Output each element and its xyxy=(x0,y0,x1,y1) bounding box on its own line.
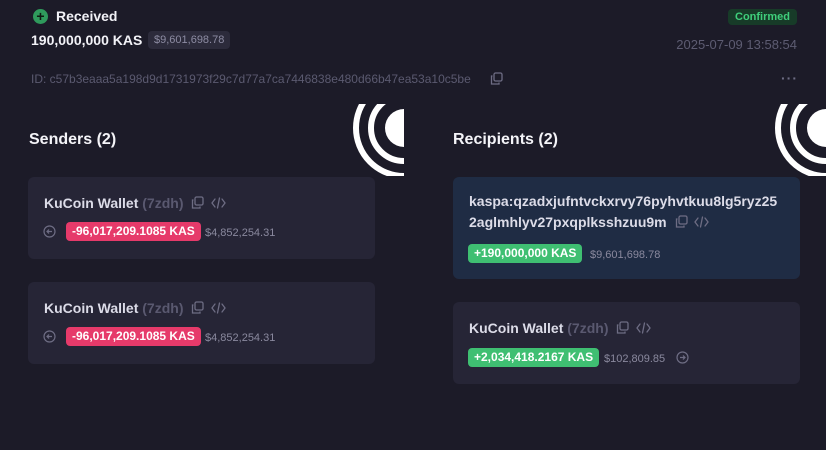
copy-icon[interactable] xyxy=(191,196,205,212)
code-icon[interactable] xyxy=(211,196,227,212)
copy-icon[interactable] xyxy=(616,321,630,337)
arrow-right-circle-icon[interactable] xyxy=(676,351,689,369)
address-line-end[interactable]: 2aglmhlyv27pxqplksshzuu9m xyxy=(469,214,667,230)
transaction-timestamp: 2025-07-09 13:58:54 xyxy=(676,37,797,52)
usd-value: $102,809.85 xyxy=(604,353,666,365)
wallet-label[interactable]: KuCoin Wallet xyxy=(44,195,138,211)
wallet-label[interactable]: KuCoin Wallet xyxy=(469,320,563,336)
transaction-usd-value: $9,601,698.78 xyxy=(148,31,231,49)
recipient-address[interactable]: kaspa:qzadxjufntvckxrvy76pyhvtkuu8lg5ryz… xyxy=(469,191,777,234)
amount-badge: -96,017,209.1085 KAS xyxy=(66,327,201,346)
transaction-direction-label: Received xyxy=(56,8,118,24)
decorative-arcs xyxy=(770,104,826,176)
plus-circle-icon: + xyxy=(33,9,48,24)
code-icon[interactable] xyxy=(694,213,710,234)
sender-card: KuCoin Wallet (7zdh) -96,017,209.1085 KA… xyxy=(28,177,375,259)
wallet-name[interactable]: KuCoin Wallet (7zdh) xyxy=(469,320,652,337)
transaction-id: ID: c57b3eaaa5a198d9d1731973f29c7d77a7ca… xyxy=(31,72,471,86)
wallet-label[interactable]: KuCoin Wallet xyxy=(44,300,138,316)
decorative-arcs xyxy=(348,104,404,176)
amount-badge: -96,017,209.1085 KAS xyxy=(66,222,201,241)
copy-icon[interactable] xyxy=(675,213,688,234)
transaction-amount: 190,000,000 KAS xyxy=(31,32,143,48)
wallet-tag: (7zdh) xyxy=(142,195,184,211)
copy-icon[interactable] xyxy=(191,301,205,317)
address-line[interactable]: 2aglmhlyv27pxqplksshzuu9m xyxy=(469,212,777,234)
senders-title: Senders (2) xyxy=(29,131,117,148)
wallet-name[interactable]: KuCoin Wallet (7zdh) xyxy=(44,300,227,317)
recipient-card-highlighted: kaspa:qzadxjufntvckxrvy76pyhvtkuu8lg5ryz… xyxy=(453,177,800,279)
arrow-left-circle-icon[interactable] xyxy=(43,330,56,348)
wallet-name[interactable]: KuCoin Wallet (7zdh) xyxy=(44,195,227,212)
sender-card: KuCoin Wallet (7zdh) -96,017,209.1085 KA… xyxy=(28,282,375,364)
code-icon[interactable] xyxy=(636,321,652,337)
usd-value: $9,601,698.78 xyxy=(590,249,661,261)
status-badge: Confirmed xyxy=(728,9,797,25)
recipients-title: Recipients (2) xyxy=(453,131,558,148)
recipient-card: KuCoin Wallet (7zdh) +2,034,418.2167 KAS… xyxy=(453,302,800,384)
amount-badge: +190,000,000 KAS xyxy=(468,244,583,263)
arrow-left-circle-icon[interactable] xyxy=(43,225,56,243)
usd-value: $4,852,254.31 xyxy=(205,227,276,239)
wallet-tag: (7zdh) xyxy=(142,300,184,316)
usd-value: $4,852,254.31 xyxy=(205,332,276,344)
copy-icon[interactable] xyxy=(490,72,503,90)
address-line[interactable]: kaspa:qzadxjufntvckxrvy76pyhvtkuu8lg5ryz… xyxy=(469,191,777,212)
wallet-tag: (7zdh) xyxy=(567,320,609,336)
code-icon[interactable] xyxy=(211,301,227,317)
amount-badge: +2,034,418.2167 KAS xyxy=(468,348,600,367)
more-horizontal-icon[interactable]: ··· xyxy=(781,70,798,86)
